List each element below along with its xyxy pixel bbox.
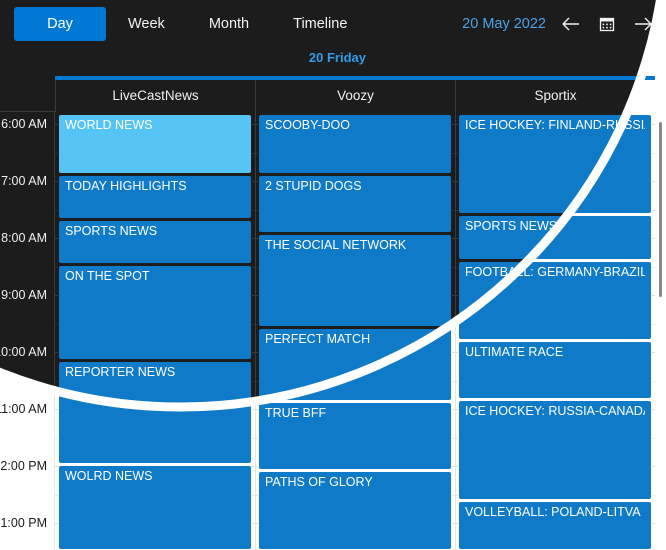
event-title: THE SOCIAL NETWORK [265,238,407,252]
event-title: ULTIMATE RACE [465,345,564,359]
event-block[interactable]: WOLRD NEWS [58,465,252,550]
resource-header-sportix[interactable]: Sportix [455,80,655,112]
vertical-scrollbar[interactable] [655,112,666,550]
event-title: 2 STUPID DOGS [265,179,362,193]
event-block[interactable]: TRUE BFF [258,402,452,470]
resource-header-livecastnews[interactable]: LiveCastNews [55,80,255,112]
resource-header: LiveCastNewsVoozySportix [0,80,666,112]
event-title: ICE HOCKEY: RUSSIA-CANADA [465,404,645,418]
event-block[interactable]: VOLLEYBALL: POLAND-LITVA [458,501,652,550]
event-title: ICE HOCKEY: FINLAND-RUSSIA [465,118,645,132]
time-label: 7:00 AM [1,174,47,188]
current-date-label[interactable]: 20 May 2022 [462,16,546,32]
event-title: WORLD NEWS [65,118,153,132]
event-title: REPORTER NEWS [65,365,176,379]
event-block[interactable]: PATHS OF GLORY [258,471,452,550]
header-corner [0,80,55,112]
event-block[interactable]: THE SOCIAL NETWORK [258,234,452,327]
day-title: 20 Friday [308,50,366,65]
event-block[interactable]: ULTIMATE RACE [458,341,652,399]
toolbar: DayWeekMonthTimeline 20 May 2022 [0,0,666,48]
event-block[interactable]: WORLD NEWS [58,114,252,174]
time-label: 11:00 AM [0,402,47,416]
calendar-icon[interactable] [596,13,618,35]
arrow-left-icon[interactable] [560,13,582,35]
event-block[interactable]: SCOOBY-DOO [258,114,452,174]
event-title: WOLRD NEWS [65,469,153,483]
tab-day[interactable]: Day [14,7,106,41]
event-title: TRUE BFF [265,406,327,420]
time-label: 12:00 PM [0,459,47,473]
time-label: 10:00 AM [0,345,47,359]
time-label: 1:00 PM [0,516,47,530]
time-label: 8:00 AM [1,231,47,245]
event-title: ON THE SPOT [65,269,150,283]
arrow-right-icon[interactable] [632,13,654,35]
event-block[interactable]: ON THE SPOT [58,265,252,360]
time-label: 6:00 AM [1,117,47,131]
event-block[interactable]: 2 STUPID DOGS [258,175,452,233]
event-block[interactable]: TODAY HIGHLIGHTS [58,175,252,219]
tab-week[interactable]: Week [106,7,187,41]
scheduler-app: DayWeekMonthTimeline 20 May 2022 20 Friday… [0,0,666,550]
event-block[interactable]: ICE HOCKEY: RUSSIA-CANADA [458,400,652,500]
navigation-area: 20 May 2022 [462,8,654,40]
day-title-row: 20 Friday [0,48,666,70]
event-title: SPORTS NEWS [65,224,158,238]
vertical-scrollbar-thumb[interactable] [659,122,662,297]
event-title: PATHS OF GLORY [265,475,373,489]
event-title: TODAY HIGHLIGHTS [65,179,187,193]
tab-timeline[interactable]: Timeline [271,7,369,41]
resource-header-voozy[interactable]: Voozy [255,80,455,112]
time-label: 9:00 AM [1,288,47,302]
tab-month[interactable]: Month [187,7,271,41]
view-tabs: DayWeekMonthTimeline [14,7,369,41]
event-title: SCOOBY-DOO [265,118,350,132]
event-title: VOLLEYBALL: POLAND-LITVA [465,505,641,519]
event-title: PERFECT MATCH [265,332,371,346]
event-block[interactable]: SPORTS NEWS [58,220,252,264]
